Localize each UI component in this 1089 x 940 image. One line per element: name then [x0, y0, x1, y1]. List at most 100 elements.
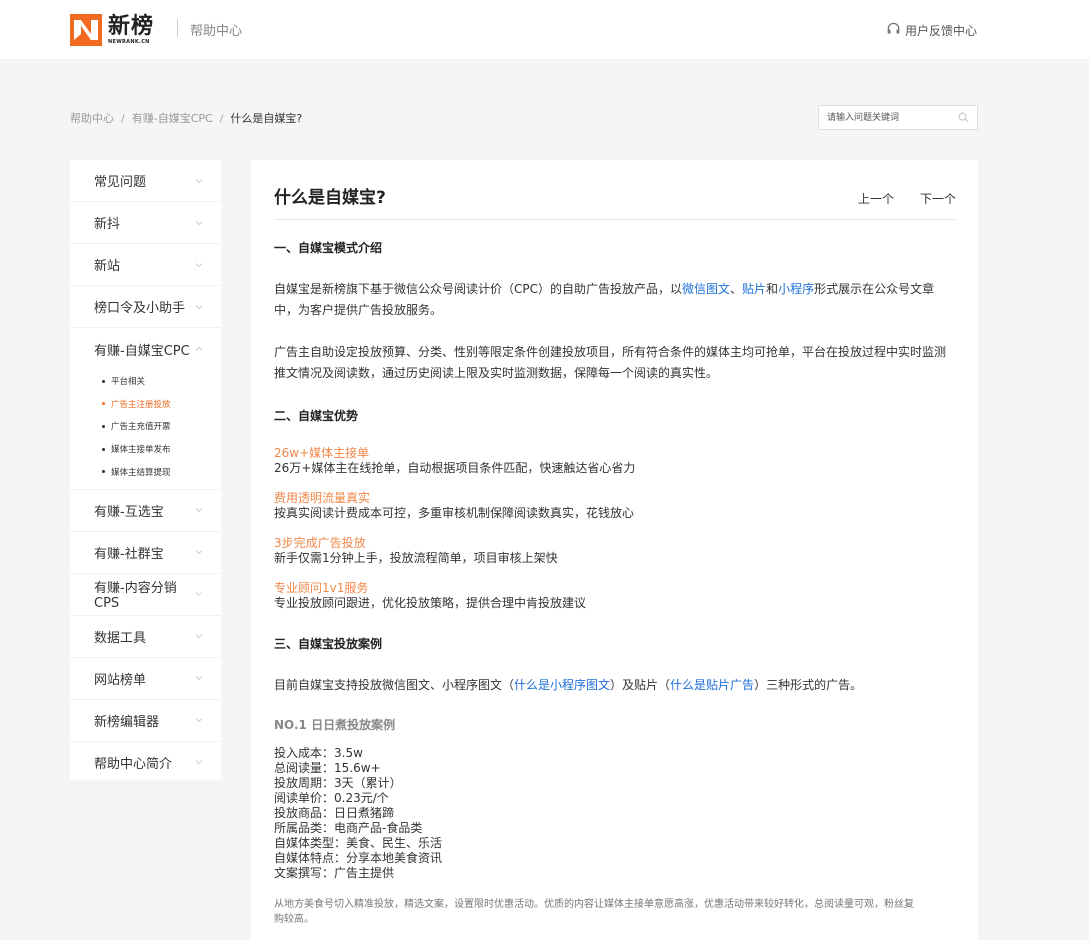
advantage-title: 专业顾问1v1服务 — [274, 581, 369, 595]
breadcrumb-home[interactable]: 帮助中心 — [70, 110, 114, 126]
link-wechat-article[interactable]: 微信图文 — [682, 282, 730, 296]
sidebar-subitem-media-withdraw[interactable]: 媒体主结算提现 — [70, 460, 221, 483]
search-input[interactable] — [819, 106, 949, 129]
advantage-title: 26w+媒体主接单 — [274, 446, 370, 460]
sidebar-item-label: 常见问题 — [94, 175, 147, 190]
bullet-dot-icon — [102, 424, 105, 428]
case-note-line: 从地方美食号切入精准投放，精选文案，设置限时优惠活动。优质的内容让媒体主接单意愿… — [274, 899, 914, 910]
section-heading: 一、自媒宝模式介绍 — [274, 241, 383, 255]
bullet-dot-icon — [102, 379, 105, 383]
top-header: 新榜 NEWRANK.CN 帮助中心 用户反馈中心 — [0, 0, 1089, 60]
chevron-down-icon — [195, 220, 203, 225]
sidebar-item-label: 有赚-互选宝 — [94, 504, 164, 520]
sidebar-item-help-intro[interactable]: 帮助中心简介 — [70, 742, 221, 784]
next-article-link[interactable]: 下一个 — [920, 190, 956, 207]
text-span: ）三种形式的广告。 — [754, 678, 863, 692]
advantage-item: 26w+媒体主接单 26万+媒体主在线抢单，自动根据项目条件匹配，快速触达省心省… — [274, 446, 635, 476]
sidebar-item-label: 网站榜单 — [94, 672, 147, 688]
section-heading: 三、自媒宝投放案例 — [274, 637, 383, 651]
advantage-item: 专业顾问1v1服务 专业投放顾问跟进，优化投放策略，提供合理中肯投放建议 — [274, 581, 586, 611]
sidebar-item-faq[interactable]: 常见问题 — [70, 160, 221, 202]
section-heading: 二、自媒宝优势 — [274, 409, 359, 423]
feedback-label: 用户反馈中心 — [905, 23, 978, 38]
advantage-item: 费用透明流量真实 按真实阅读计费成本可控，多重审核机制保障阅读数真实，花钱放心 — [274, 491, 634, 521]
case-detail-line: 自媒体类型：美食、民生、乐活 — [274, 836, 443, 850]
chevron-down-icon — [195, 676, 203, 681]
sidebar-item-shequnbao[interactable]: 有赚-社群宝 — [70, 532, 221, 574]
sidebar-item-site-rankings[interactable]: 网站榜单 — [70, 658, 221, 700]
link-what-is-mini-program-article[interactable]: 什么是小程序图文 — [514, 678, 610, 692]
advantage-item: 3步完成广告投放 新手仅需1分钟上手，投放流程简单，项目审核上架快 — [274, 536, 558, 566]
sidebar-item-label: 新站 — [94, 259, 121, 274]
prev-article-link[interactable]: 上一个 — [858, 190, 894, 207]
sidebar-item-editor[interactable]: 新榜编辑器 — [70, 700, 221, 742]
chevron-down-icon — [195, 304, 203, 309]
headset-icon — [886, 21, 905, 39]
sidebar-item-bangkouling[interactable]: 榜口令及小助手 — [70, 286, 221, 328]
advantage-desc: 新手仅需1分钟上手，投放流程简单，项目审核上架快 — [274, 551, 558, 565]
sidebar-item-label: 有赚-自媒宝CPC — [94, 343, 190, 359]
process-paragraph-line: 广告主自助设定投放预算、分类、性别等限定条件创建投放项目，所有符合条件的媒体主均… — [274, 345, 947, 359]
header-title: 帮助中心 — [190, 24, 243, 39]
search-icon[interactable] — [958, 112, 969, 126]
breadcrumb-category[interactable]: 有赚-自媒宝CPC — [132, 110, 213, 126]
sidebar-item-label: 新抖 — [94, 217, 121, 232]
sidebar-subitem-advertiser-register[interactable]: 广告主注册投放 — [70, 393, 221, 416]
search-box — [818, 105, 978, 130]
sidebar-item-huxuanbao[interactable]: 有赚-互选宝 — [70, 490, 221, 532]
bullet-dot-icon — [102, 402, 105, 406]
sidebar-subitem-label: 媒体主接单发布 — [111, 445, 171, 456]
sidebar-item-zimeibao-cpc[interactable]: 有赚-自媒宝CPC — [70, 328, 221, 370]
breadcrumb: 帮助中心 / 有赚-自媒宝CPC / 什么是自媒宝? — [70, 110, 302, 126]
sidebar-item-xindou[interactable]: 新抖 — [70, 202, 221, 244]
link-what-is-patch-ad[interactable]: 什么是贴片广告 — [670, 678, 754, 692]
chevron-down-icon — [195, 634, 203, 639]
sidebar-item-data-tools[interactable]: 数据工具 — [70, 616, 221, 658]
logo-text-cn: 新榜 — [108, 13, 155, 39]
chevron-down-icon — [195, 262, 203, 267]
text-span: 、 — [730, 282, 743, 296]
sidebar-item-xinzhan[interactable]: 新站 — [70, 244, 221, 286]
article-header: 什么是自媒宝? 上一个 下一个 — [274, 160, 956, 220]
advantage-desc: 专业投放顾问跟进，优化投放策略，提供合理中肯投放建议 — [274, 596, 587, 610]
case-details: 投入成本：3.5w 总阅读量：15.6w+ 投放周期：3天（累计） 阅读单价：0… — [274, 746, 442, 881]
chevron-down-icon — [195, 508, 203, 513]
sidebar-sublist: 平台相关 广告主注册投放 广告主充值开票 媒体主接单发布 媒体主结算提现 — [70, 370, 221, 490]
sidebar-subitem-media-orders[interactable]: 媒体主接单发布 — [70, 438, 221, 461]
chevron-up-icon — [195, 346, 203, 351]
sidebar-item-label: 数据工具 — [94, 630, 147, 646]
sidebar-item-label: 榜口令及小助手 — [94, 301, 186, 316]
case-detail-line: 文案撰写：广告主提供 — [274, 866, 395, 880]
case-detail-line: 投入成本：3.5w — [274, 746, 363, 760]
chevron-down-icon — [195, 550, 203, 555]
sidebar-subitem-platform[interactable]: 平台相关 — [70, 370, 221, 393]
sidebar-nav: 常见问题 新抖 新站 榜口令及小助手 有赚-自媒宝CPC 平台相关 广告主注册投… — [70, 160, 221, 784]
sidebar-item-label: 有赚-内容分销CPS — [94, 581, 177, 612]
chevron-down-icon — [195, 760, 203, 765]
advantage-desc: 按真实阅读计费成本可控，多重审核机制保障阅读数真实，花钱放心 — [274, 506, 635, 520]
intro-paragraph-line: 中，为客户提供广告投放服务。 — [274, 303, 443, 317]
breadcrumb-current: 什么是自媒宝? — [230, 112, 303, 125]
chevron-down-icon — [195, 718, 203, 723]
sidebar-subitem-advertiser-recharge[interactable]: 广告主充值开票 — [70, 415, 221, 438]
sidebar-item-cps[interactable]: 有赚-内容分销CPS — [70, 574, 221, 616]
case-detail-line: 阅读单价：0.23元/个 — [274, 791, 389, 805]
sidebar-item-label: 新榜编辑器 — [94, 714, 160, 730]
case-detail-line: 总阅读量：15.6w+ — [274, 761, 381, 775]
sidebar-subitem-label: 广告主充值开票 — [111, 422, 171, 433]
text-span: 自媒宝是新榜旗下基于微信公众号阅读计价（CPC）的自助广告投放产品，以 — [274, 282, 682, 296]
breadcrumb-separator: / — [121, 111, 125, 125]
newrank-logo[interactable]: 新榜 NEWRANK.CN — [70, 12, 164, 48]
process-paragraph-line: 推文情况及阅读数，通过历史阅读上限及实时监测数据，保障每一个阅读的真实性。 — [274, 366, 719, 380]
case-title: NO.1 日日煮投放案例 — [274, 718, 396, 732]
advantage-title: 3步完成广告投放 — [274, 536, 366, 550]
article-pager: 上一个 下一个 — [858, 190, 956, 207]
feedback-link[interactable]: 用户反馈中心 — [886, 21, 977, 39]
link-mini-program[interactable]: 小程序 — [778, 282, 814, 296]
article-title: 什么是自媒宝? — [274, 188, 386, 208]
sidebar-subitem-label: 平台相关 — [111, 377, 146, 388]
text-span: 形式展示在公众号文章 — [814, 282, 935, 296]
text-span: ）及贴片（ — [610, 678, 671, 692]
link-patch[interactable]: 贴片 — [742, 282, 766, 296]
logo-text-en: NEWRANK.CN — [108, 38, 150, 45]
